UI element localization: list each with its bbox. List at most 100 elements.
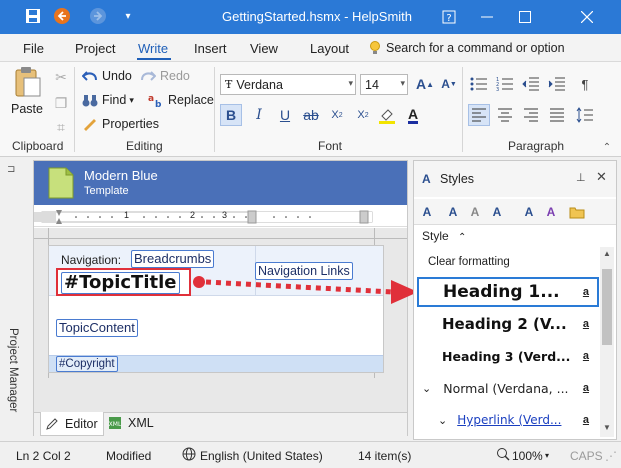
- topic-content-field[interactable]: TopicContent: [56, 319, 138, 337]
- format-painter-icon[interactable]: ⌗: [50, 116, 72, 138]
- font-size-combo[interactable]: 14 ▾: [360, 74, 408, 95]
- scroll-down-icon[interactable]: ▼: [603, 423, 611, 432]
- project-manager-tab[interactable]: Project Manager: [7, 328, 19, 412]
- back-icon[interactable]: [52, 6, 72, 26]
- increase-indent-icon[interactable]: [546, 73, 568, 95]
- styles-panel-title: Styles: [440, 172, 475, 186]
- close-button[interactable]: [552, 0, 621, 34]
- edit-style-icon[interactable]: A: [466, 203, 484, 221]
- chevron-down-icon: ▾: [129, 94, 134, 105]
- bullets-icon[interactable]: [468, 73, 490, 95]
- save-icon[interactable]: [23, 6, 43, 26]
- new-style-icon[interactable]: A: [418, 203, 436, 221]
- tab-write[interactable]: Write: [138, 41, 168, 56]
- chevron-down-icon[interactable]: ⌄: [438, 414, 447, 427]
- styles-scrollbar[interactable]: ▲ ▼: [600, 247, 614, 437]
- justify-button[interactable]: [546, 104, 568, 126]
- copy-icon[interactable]: ❐: [50, 92, 72, 114]
- align-right-button[interactable]: [520, 104, 542, 126]
- numbering-icon[interactable]: 123: [494, 73, 516, 95]
- find-label: Find: [102, 93, 127, 107]
- redo-button[interactable]: Redo: [140, 68, 190, 84]
- pin-icon[interactable]: ⊐: [7, 164, 15, 175]
- find-button[interactable]: Find ▾: [82, 92, 134, 108]
- decrease-indent-icon[interactable]: [520, 73, 542, 95]
- tab-xml-label: XML: [128, 416, 154, 430]
- scrollbar-thumb[interactable]: [602, 269, 612, 345]
- import-style-icon[interactable]: A: [520, 203, 538, 221]
- forward-icon[interactable]: [88, 6, 108, 26]
- zoom-icon[interactable]: [496, 447, 510, 464]
- customize-quick-access-icon[interactable]: ▾: [118, 6, 138, 26]
- minimize-button[interactable]: [468, 0, 506, 34]
- paste-button[interactable]: Paste: [8, 66, 46, 116]
- resize-grip[interactable]: ⋰: [605, 449, 617, 463]
- chevron-down-icon[interactable]: ⌄: [422, 382, 431, 395]
- show-formatting-icon[interactable]: ¶: [574, 73, 596, 95]
- subscript-button[interactable]: X2: [326, 104, 348, 126]
- project-manager-strip[interactable]: ⊐ Project Manager: [0, 158, 30, 440]
- pin-icon[interactable]: ⊥: [576, 171, 586, 184]
- tab-editor-label: Editor: [65, 416, 98, 431]
- style-item-heading-3[interactable]: Heading 3 (Verd... a: [414, 341, 597, 371]
- underline-button[interactable]: U: [274, 104, 296, 126]
- highlight-color-icon[interactable]: [376, 104, 398, 126]
- undo-icon: [81, 68, 98, 84]
- line-spacing-icon[interactable]: [574, 104, 596, 126]
- shrink-font-icon[interactable]: A ▼: [438, 73, 460, 95]
- topic-title-field[interactable]: #TopicTitle: [61, 272, 180, 294]
- font-color-icon[interactable]: A: [402, 104, 424, 126]
- style-item-clear-formatting[interactable]: Clear formatting: [414, 247, 597, 277]
- export-style-icon[interactable]: A: [542, 203, 560, 221]
- scroll-up-icon[interactable]: ▲: [603, 249, 611, 258]
- editor-view-tabs: Editor XML XML: [34, 412, 407, 436]
- styles-panel: A Styles ⊥ ✕ A A A A A A Style ⌃ Clear f…: [413, 160, 617, 440]
- align-center-button[interactable]: [494, 104, 516, 126]
- grow-font-icon[interactable]: A ▲: [414, 73, 436, 95]
- superscript-button[interactable]: X2: [352, 104, 374, 126]
- style-properties-icon[interactable]: A: [488, 203, 506, 221]
- tab-xml[interactable]: XML XML: [108, 416, 154, 430]
- status-bar: Ln 2 Col 2 Modified English (United Stat…: [0, 441, 621, 468]
- breadcrumbs-field[interactable]: Breadcrumbs: [131, 250, 215, 268]
- align-left-button[interactable]: [468, 104, 490, 126]
- tab-project[interactable]: Project: [75, 41, 115, 56]
- style-item-label: Hyperlink (Verd...: [457, 413, 562, 427]
- add-style-icon[interactable]: A: [444, 203, 462, 221]
- language-indicator[interactable]: English (United States): [200, 449, 323, 463]
- help-icon[interactable]: ?: [430, 0, 468, 34]
- undo-button[interactable]: Undo: [81, 68, 132, 84]
- italic-button[interactable]: I: [248, 104, 270, 126]
- caps-lock-indicator: CAPS: [570, 449, 603, 463]
- tab-insert[interactable]: Insert: [194, 41, 227, 56]
- font-name-combo[interactable]: Ŧ Verdana ▾: [220, 74, 356, 95]
- folder-icon[interactable]: [568, 203, 586, 221]
- properties-button[interactable]: Properties: [82, 116, 159, 132]
- tab-file[interactable]: File: [23, 41, 44, 56]
- style-item-hyperlink[interactable]: ⌄ Hyperlink (Verd... a: [414, 405, 597, 435]
- navigation-label: Navigation:: [61, 253, 122, 267]
- title-bar: ▾ GettingStarted.hsmx - HelpSmith ?: [0, 0, 621, 34]
- copyright-field[interactable]: #Copyright: [56, 356, 118, 372]
- chevron-down-icon[interactable]: ▾: [545, 451, 549, 460]
- replace-button[interactable]: ab Replace: [148, 92, 214, 110]
- tab-editor[interactable]: Editor: [40, 412, 104, 436]
- document-state: Modified: [106, 449, 152, 463]
- tab-view[interactable]: View: [250, 41, 278, 56]
- replace-icon: ab: [148, 92, 164, 110]
- zoom-level[interactable]: 100%: [512, 449, 543, 463]
- tab-layout[interactable]: Layout: [310, 41, 349, 56]
- ruler[interactable]: 1 2 3: [34, 207, 407, 227]
- style-item-normal[interactable]: ⌄ Normal (Verdana, ... a: [414, 373, 597, 403]
- cut-icon[interactable]: ✂: [50, 66, 72, 88]
- close-icon[interactable]: ✕: [596, 169, 607, 185]
- style-column-header[interactable]: Style ⌃: [422, 229, 466, 243]
- maximize-button[interactable]: [506, 0, 544, 34]
- bold-button[interactable]: B: [220, 104, 242, 126]
- style-item-heading-1[interactable]: Heading 1... a: [417, 277, 599, 307]
- strikethrough-button[interactable]: ab: [300, 104, 322, 126]
- template-label: Template: [84, 185, 129, 197]
- command-search[interactable]: Search for a command or option: [367, 37, 567, 59]
- style-item-heading-2[interactable]: Heading 2 (V... a: [414, 309, 597, 339]
- collapse-ribbon-icon[interactable]: ⌃: [596, 136, 618, 158]
